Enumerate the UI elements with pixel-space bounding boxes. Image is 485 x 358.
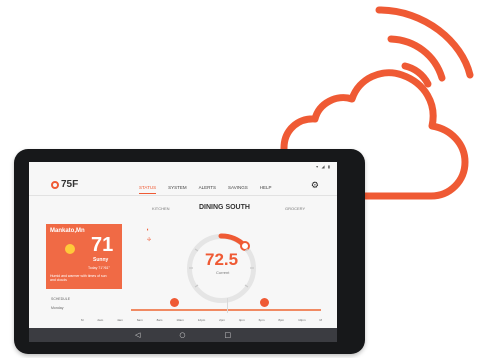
time-label: M [81,318,84,322]
main-tabs: STATUS SYSTEM ALERTS SAVINGS HELP [139,185,272,194]
tab-savings[interactable]: SAVINGS [228,185,248,194]
time-label: 4am [117,318,123,322]
tab-system[interactable]: SYSTEM [168,185,187,194]
75f-logo: 75F [51,179,78,190]
android-status-icons: ▾ ◢ ▮ [316,164,331,169]
time-label: M [319,318,322,322]
room-title: DINING SOUTH [199,204,250,211]
schedule-now-marker [227,298,228,313]
thermostat-app-screen: ▾ ◢ ▮ 75F STATUS SYSTEM ALERTS SAVINGS H… [29,162,337,342]
time-label: 12pm [197,318,206,322]
schedule-pin-icon[interactable] [170,298,179,307]
tab-alerts[interactable]: ALERTS [199,185,216,194]
recent-apps-icon[interactable]: □ [224,331,231,339]
scene: ▾ ◢ ▮ 75F STATUS SYSTEM ALERTS SAVINGS H… [0,0,485,358]
weather-card: Mankato,Mn 71 Sunny Today 71°/61° Humid … [46,224,122,289]
logo-text: 75F [61,179,79,190]
header-divider [29,195,337,196]
current-temperature: 72.5 [205,250,239,269]
time-label: 8pm [278,318,285,322]
schedule-label: SCHEDULE [51,297,71,301]
time-label: 2pm [219,318,225,322]
weather-range: Today 71°/61° [88,266,110,270]
weather-city: Mankato,Mn [50,228,85,234]
time-label: 8am [156,318,163,322]
schedule-day: Monday [51,306,64,310]
time-label: 6am [136,318,143,322]
back-icon[interactable]: ◁ [135,331,140,339]
tab-status[interactable]: STATUS [139,185,157,194]
weather-note: Humid and warmer with times of sun and c… [50,274,107,282]
android-navigation-bar: ◁ ○ □ [29,328,337,342]
time-label: 4pm [238,318,245,322]
schedule-track[interactable] [131,309,321,311]
fan-icon[interactable]: ✢ [147,237,151,243]
time-label: 6pm [258,318,265,322]
weather-condition: Sunny [93,257,109,263]
current-temperature-label: Current [216,270,230,275]
previous-room-label[interactable]: KITCHEN [152,206,170,211]
home-icon[interactable]: ○ [179,331,185,339]
droplet-icon[interactable]: ◖ [146,227,149,233]
sun-icon [65,244,75,254]
schedule-pin-icon[interactable] [260,298,269,307]
logo-ring-icon [51,180,59,189]
next-room-label[interactable]: GROCERY [285,206,305,211]
time-label: 10am [176,318,184,322]
schedule-timeline: M 2am 4am 6am 8am 10am 12pm 2pm 4pm 6pm … [81,318,322,322]
time-label: 10pm [298,318,306,322]
time-label: 2am [97,318,104,322]
tab-help[interactable]: HELP [260,185,272,194]
gear-icon[interactable]: ⚙ [311,181,319,191]
weather-temperature: 71 [91,234,114,256]
